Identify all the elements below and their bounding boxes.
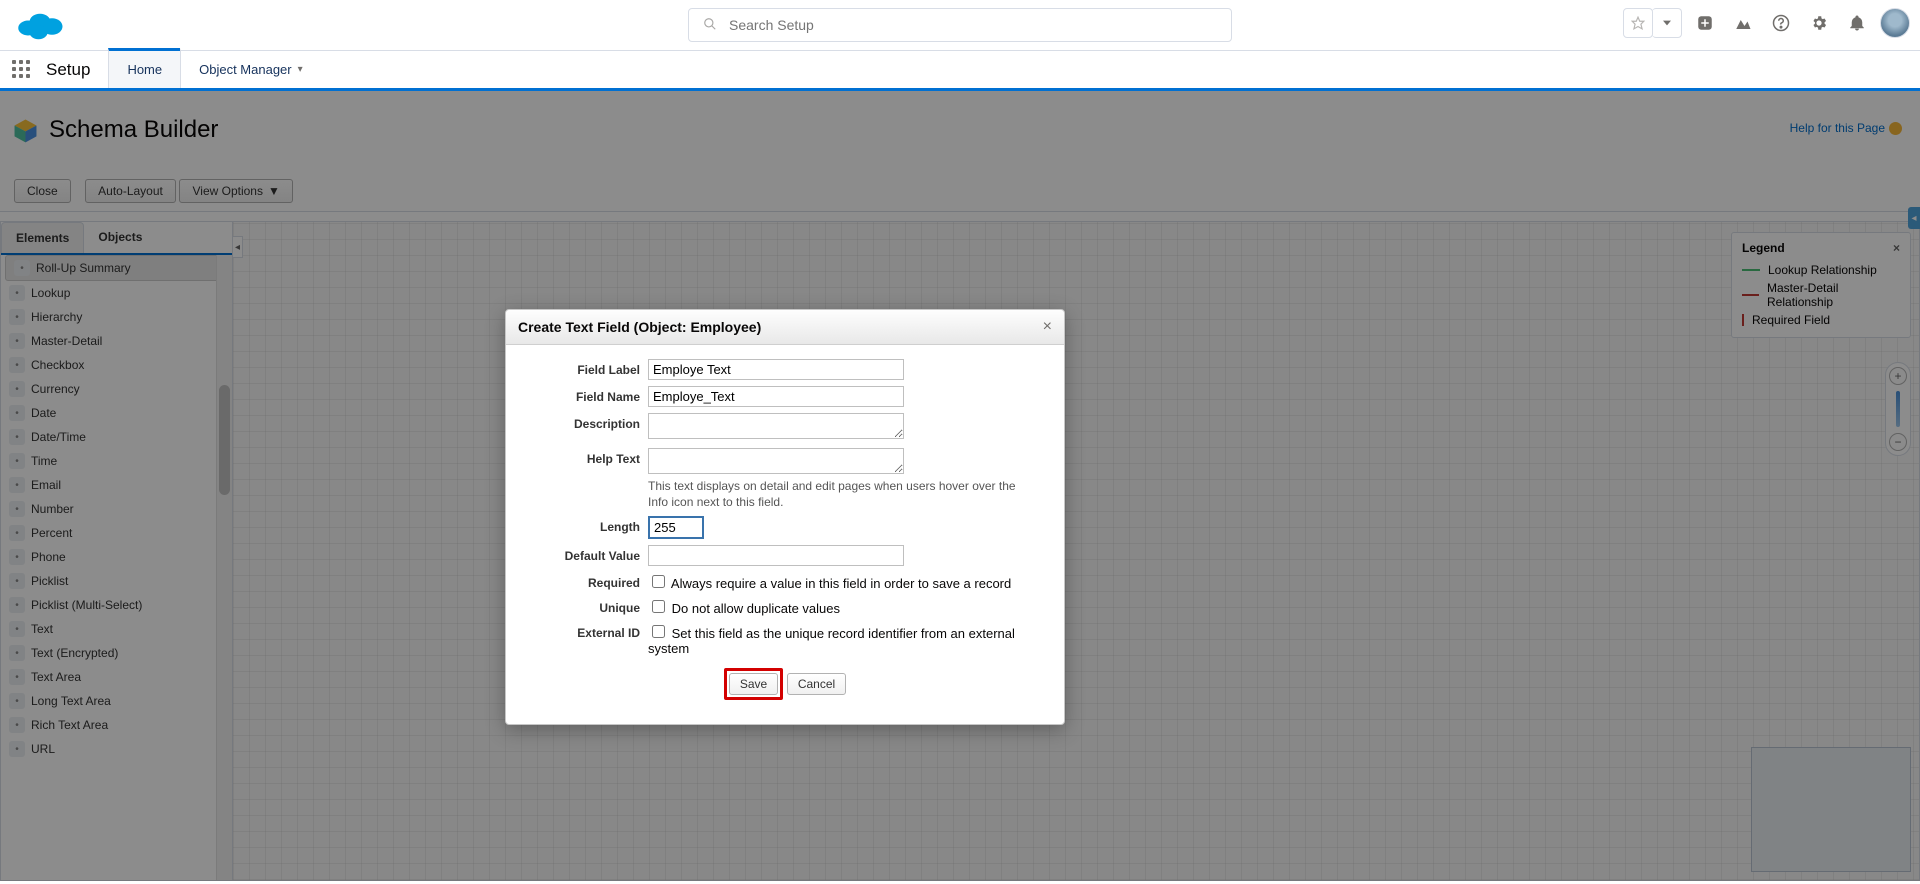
- app-launcher-icon[interactable]: [0, 51, 44, 88]
- length-label: Length: [526, 516, 648, 534]
- field-label-input[interactable]: [648, 359, 904, 380]
- salesforce-logo-icon: [16, 8, 64, 42]
- save-button[interactable]: Save: [729, 673, 778, 695]
- default-value-input[interactable]: [648, 545, 904, 566]
- nav-tab-home-label: Home: [127, 62, 162, 77]
- modal-footer: Save Cancel: [526, 662, 1044, 712]
- favorites-menu-icon[interactable]: [1652, 8, 1682, 38]
- field-name-input[interactable]: [648, 386, 904, 407]
- required-cb-text: Always require a value in this field in …: [671, 576, 1011, 591]
- create-text-field-modal: Create Text Field (Object: Employee) × F…: [505, 309, 1065, 725]
- cancel-button[interactable]: Cancel: [787, 673, 846, 695]
- nav-tab-objmgr-label: Object Manager: [199, 62, 292, 77]
- nav-tab-home[interactable]: Home: [108, 48, 180, 88]
- help-text-textarea[interactable]: [648, 448, 904, 474]
- unique-label: Unique: [526, 597, 648, 615]
- unique-checkbox[interactable]: [652, 600, 665, 613]
- external-id-label: External ID: [526, 622, 648, 640]
- required-checkbox[interactable]: [652, 575, 665, 588]
- notifications-bell-icon[interactable]: [1842, 8, 1872, 38]
- field-label-label: Field Label: [526, 359, 648, 377]
- default-value-label: Default Value: [526, 545, 648, 563]
- description-textarea[interactable]: [648, 413, 904, 439]
- save-button-highlight: Save: [724, 668, 783, 700]
- global-search-input[interactable]: [727, 16, 1231, 34]
- length-input[interactable]: [648, 516, 704, 539]
- user-avatar[interactable]: [1880, 8, 1910, 38]
- unique-cb-text: Do not allow duplicate values: [672, 601, 840, 616]
- salesforce-help-trail-icon[interactable]: [1728, 8, 1758, 38]
- favorites-star-icon[interactable]: [1623, 8, 1653, 38]
- save-button-label: Save: [740, 677, 767, 691]
- help-text-label: Help Text: [526, 448, 648, 466]
- description-label: Description: [526, 413, 648, 431]
- help-text-hint: This text displays on detail and edit pa…: [648, 479, 1028, 510]
- external-id-checkbox[interactable]: [652, 625, 665, 638]
- modal-title: Create Text Field (Object: Employee): [518, 319, 761, 335]
- header-utilities: [1623, 8, 1910, 38]
- nav-tab-object-manager[interactable]: Object Manager ▾: [180, 48, 321, 88]
- help-question-icon[interactable]: [1766, 8, 1796, 38]
- workspace: Schema Builder Help for this Page Close …: [0, 91, 1920, 881]
- required-label: Required: [526, 572, 648, 590]
- setup-gear-icon[interactable]: [1804, 8, 1834, 38]
- global-search[interactable]: [688, 8, 1232, 42]
- chevron-down-icon: ▾: [298, 64, 303, 75]
- global-header: [0, 0, 1920, 51]
- app-name: Setup: [44, 51, 108, 88]
- context-bar: Setup Home Object Manager ▾: [0, 51, 1920, 91]
- global-actions-plus-icon[interactable]: [1690, 8, 1720, 38]
- cancel-button-label: Cancel: [798, 677, 835, 691]
- external-id-cb-text: Set this field as the unique record iden…: [648, 626, 1015, 656]
- search-icon: [703, 17, 717, 34]
- modal-body: Field Label Field Name Description Help …: [506, 345, 1064, 724]
- modal-close-icon[interactable]: ×: [1043, 318, 1052, 336]
- field-name-label: Field Name: [526, 386, 648, 404]
- modal-header: Create Text Field (Object: Employee) ×: [506, 310, 1064, 345]
